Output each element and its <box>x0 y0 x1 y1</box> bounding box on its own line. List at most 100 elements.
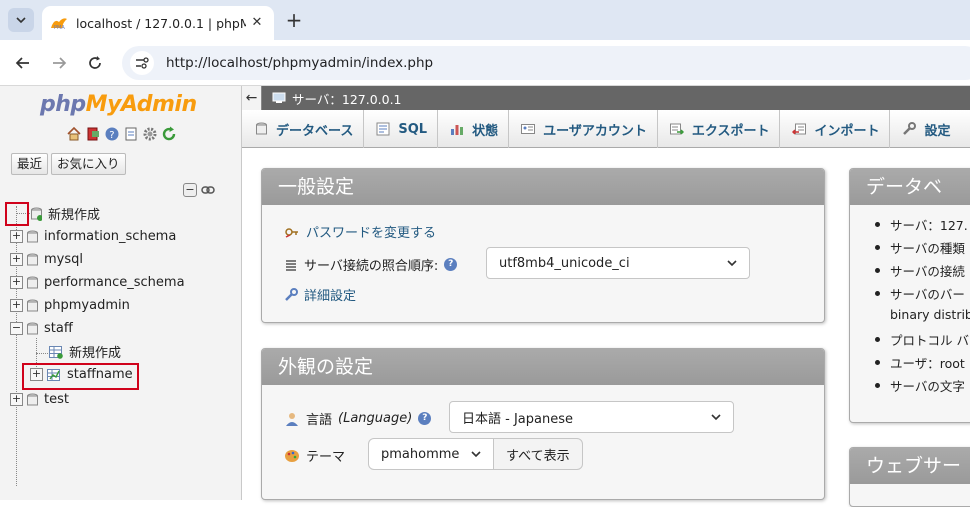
tab-import[interactable]: インポート <box>780 110 891 148</box>
expand-icon[interactable]: + <box>10 299 23 312</box>
tree-item-phpmyadmin[interactable]: + phpmyadmin <box>10 294 130 317</box>
quick-links: ? <box>66 126 177 142</box>
svg-text:?: ? <box>109 130 114 141</box>
recent-tables-button[interactable]: 最近 <box>11 153 49 175</box>
server-info-item: サーバ：127. <box>872 215 970 238</box>
help-icon[interactable]: ? <box>444 258 458 271</box>
help-icon[interactable]: ? <box>104 126 120 142</box>
reload-button[interactable] <box>84 52 106 74</box>
language-select[interactable]: 日本語 - Japanese <box>449 401 734 433</box>
more-settings-link[interactable]: 詳細設定 <box>304 285 356 304</box>
panel-title: 一般設定 <box>262 169 824 205</box>
favorite-tables-button[interactable]: お気に入り <box>51 153 126 175</box>
status-chart-icon <box>450 122 464 136</box>
language-row: 言語 (Language) ? <box>284 409 432 428</box>
key-pencil-icon <box>285 227 298 238</box>
tree-item-information-schema[interactable]: + information_schema <box>10 225 176 248</box>
highlight-box-collapse <box>5 202 29 226</box>
tree-item-test[interactable]: + test <box>10 388 69 411</box>
collation-row: サーバ接続の照合順序: ? <box>284 255 458 274</box>
server-breadcrumb-bar: ← サーバ：127.0.0.1 <box>242 86 970 110</box>
documentation-icon[interactable] <box>123 126 139 142</box>
tab-label: インポート <box>814 123 880 139</box>
collation-label: サーバ接続の照合順序: <box>304 259 439 274</box>
arrow-left-icon <box>15 57 29 69</box>
general-settings-panel: 一般設定 パスワードを変更する サーバ接続の照合順序: ? utf8mb4_un… <box>261 168 825 323</box>
tree-item-new-database[interactable]: 新規作成 <box>31 202 100 225</box>
tab-sql[interactable]: SQL <box>364 110 439 148</box>
new-tab-button[interactable]: + <box>284 10 304 30</box>
expand-icon[interactable]: + <box>10 253 23 266</box>
tree-item-label: information_schema <box>44 229 177 244</box>
reload-navigation-icon[interactable] <box>161 126 177 142</box>
panel-title: データベ <box>850 169 970 205</box>
server-info-item: サーバの接続 <box>872 261 970 284</box>
theme-label: テーマ <box>306 450 346 465</box>
tree-item-label: test <box>44 392 69 407</box>
back-button[interactable] <box>12 52 34 74</box>
server-info-item: サーバの種類 <box>872 238 970 261</box>
site-info-icon[interactable] <box>130 51 154 75</box>
collation-select[interactable]: utf8mb4_unicode_ci <box>486 247 750 279</box>
top-menu: データベース SQL 状態 ユーザアカウント エクスポート インポート 設定 <box>242 110 970 148</box>
change-password-link[interactable]: パスワードを変更する <box>306 222 436 241</box>
tree-item-new-table[interactable]: 新規作成 <box>49 340 121 363</box>
collapse-all-button[interactable]: − <box>183 183 197 197</box>
change-password-row[interactable]: パスワードを変更する <box>284 222 436 241</box>
tab-label: 設定 <box>924 123 951 139</box>
theme-select[interactable]: pmahomme <box>368 438 494 470</box>
wrench-icon <box>902 122 917 136</box>
server-icon <box>272 92 286 103</box>
tree-item-label: 新規作成 <box>48 208 101 223</box>
close-icon[interactable]: ✕ <box>250 16 264 30</box>
database-icon <box>27 393 38 405</box>
tab-status[interactable]: 状態 <box>438 110 510 148</box>
collapse-nav-button[interactable]: ← <box>242 86 262 110</box>
logo-php-text: php <box>40 92 86 117</box>
tree-item-label: 新規作成 <box>69 346 122 361</box>
more-settings-row[interactable]: 詳細設定 <box>284 285 356 304</box>
forward-button[interactable] <box>48 52 70 74</box>
tree-item-label: phpmyadmin <box>44 298 130 313</box>
server-info-item-continued: binary distrib <box>890 307 970 322</box>
tab-user-accounts[interactable]: ユーザアカウント <box>509 110 658 148</box>
chevron-down-icon <box>727 260 737 267</box>
tab-export[interactable]: エクスポート <box>658 110 781 148</box>
tree-item-mysql[interactable]: + mysql <box>10 248 83 271</box>
address-bar-row: http://localhost/phpmyadmin/index.php <box>0 40 970 86</box>
tree-item-label: performance_schema <box>44 275 185 290</box>
logo-myadmin-text: MyAdmin <box>85 92 197 117</box>
tree-item-staff[interactable]: − staff <box>10 317 73 340</box>
tab-label: ユーザアカウント <box>543 123 647 139</box>
server-breadcrumb[interactable]: サーバ：127.0.0.1 <box>272 89 402 108</box>
link-icon[interactable] <box>201 183 215 197</box>
chevron-down-icon <box>711 414 721 421</box>
logout-icon[interactable] <box>85 126 101 142</box>
expand-icon[interactable]: + <box>10 276 23 289</box>
list-icon <box>286 259 296 271</box>
url-text: http://localhost/phpmyadmin/index.php <box>166 55 434 71</box>
collapse-icon[interactable]: − <box>10 322 23 335</box>
reload-icon <box>89 56 101 69</box>
help-icon[interactable]: ? <box>418 412 432 425</box>
pma-logo[interactable]: phpMyAdmin <box>40 92 197 117</box>
expand-icon[interactable]: + <box>10 230 23 243</box>
arrow-right-icon <box>53 57 67 69</box>
tree-item-label: mysql <box>44 252 83 267</box>
url-bar[interactable]: http://localhost/phpmyadmin/index.php <box>122 46 970 80</box>
home-icon[interactable] <box>66 126 82 142</box>
tree-item-label: staff <box>44 321 73 336</box>
server-info-item: プロトコル バ <box>872 330 970 353</box>
tab-settings[interactable]: 設定 <box>890 110 960 148</box>
tab-databases[interactable]: データベース <box>242 110 365 148</box>
show-all-themes-button[interactable]: すべて表示 <box>493 438 583 470</box>
browser-tab[interactable]: PMA localhost / 127.0.0.1 | phpMyAdmin ✕ <box>42 6 274 40</box>
expand-icon[interactable]: + <box>10 393 23 406</box>
database-icon <box>27 253 38 265</box>
tree-item-performance-schema[interactable]: + performance_schema <box>10 271 185 294</box>
language-person-icon <box>286 412 298 426</box>
server-label-text: サーバ：127.0.0.1 <box>292 91 402 107</box>
tab-label: SQL <box>398 121 428 137</box>
gear-icon[interactable] <box>142 126 158 142</box>
tab-search-button[interactable] <box>8 8 34 32</box>
